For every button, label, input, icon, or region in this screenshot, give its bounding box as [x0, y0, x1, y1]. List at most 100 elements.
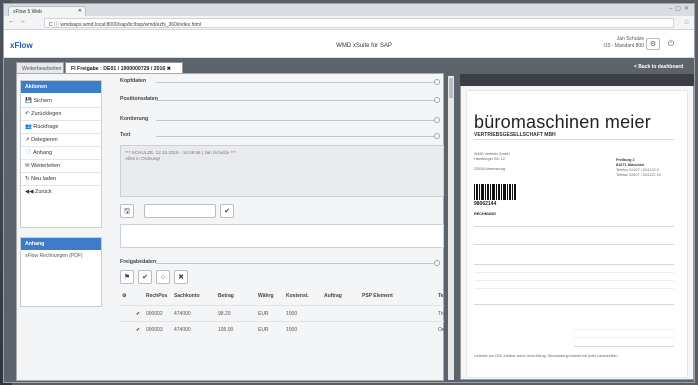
- collapse-toggle-icon[interactable]: [434, 260, 440, 266]
- divider: [474, 226, 674, 227]
- invoice-brand-sub: VERTRIEBSGESELLSCHAFT MBH: [474, 132, 556, 138]
- divider: [474, 280, 674, 281]
- cell-waehrung: EUR: [258, 311, 269, 317]
- col-header-psp[interactable]: PSP Element: [362, 293, 393, 299]
- section-divider: [156, 120, 436, 121]
- sender-line: Telefax 02407 / 524122 10: [616, 173, 661, 177]
- barcode-image: [474, 184, 516, 200]
- approve-check-icon[interactable]: ✔: [138, 270, 152, 284]
- preview-toolbar: [460, 74, 694, 86]
- collapse-toggle-icon[interactable]: [434, 97, 440, 103]
- power-icon[interactable]: ⏻: [664, 38, 678, 50]
- attachment-item[interactable]: xFlow Rechnungen (PDF): [25, 253, 83, 259]
- divider: [474, 288, 674, 289]
- section-kopfdaten[interactable]: Kopfdaten: [120, 78, 440, 88]
- section-label: Kontierung: [120, 116, 149, 122]
- tab-weiterbearbeiten[interactable]: Weiterbearbeiten: [16, 62, 64, 73]
- section-label: Positionsdaten: [120, 96, 158, 102]
- attachments-panel: Anhang xFlow Rechnungen (PDF): [20, 237, 102, 307]
- back-to-dashboard-link[interactable]: < Back to dashboard: [634, 64, 683, 70]
- col-header-betrag[interactable]: Betrag: [218, 293, 234, 299]
- column-settings-icon[interactable]: ⚙: [122, 293, 126, 299]
- sidebar-item-label: Rückfrage: [33, 124, 59, 130]
- sidebar-item-sichern[interactable]: 💾 Sichern: [21, 95, 101, 108]
- col-header-sachkonto[interactable]: Sachkonto: [174, 293, 200, 299]
- divider: [474, 139, 674, 140]
- sidebar-item-weiterleiten[interactable]: ✉ Weiterleiten: [21, 160, 101, 173]
- cell-sachkonto: 474000: [174, 311, 191, 317]
- nav-buttons[interactable]: ←→: [8, 18, 30, 25]
- cell-waehrung: EUR: [258, 327, 269, 333]
- flag-icon[interactable]: ⚑: [120, 270, 134, 284]
- sidebar-item-anhang[interactable]: 📄 Anhang: [21, 147, 101, 160]
- address-bar-row: ←→ C ⓘ wmdsaps.wmd.local:8000/sap/bc/bsp…: [4, 16, 694, 30]
- row-check-icon[interactable]: ✔: [136, 327, 140, 333]
- section-freigabedaten[interactable]: Freigabedaten: [120, 259, 440, 269]
- section-text[interactable]: Text: [120, 132, 440, 142]
- sidebar-item-rueckfrage[interactable]: 👥 Rückfrage: [21, 121, 101, 134]
- recipient-line: WMD Vertrieb GmbH: [474, 152, 510, 156]
- reject-x-icon[interactable]: ✖: [174, 270, 188, 284]
- sidebar-item-label: Zurücklegen: [31, 111, 62, 117]
- confirm-check-icon[interactable]: ✔: [220, 204, 234, 218]
- sidebar-item-neu-laden[interactable]: ↻ Neu laden: [21, 173, 101, 186]
- back-icon: ◀◀: [25, 189, 35, 195]
- circle-icon[interactable]: ○: [156, 270, 170, 284]
- browser-tab-title: xFlow 5 Web: [13, 9, 42, 15]
- barcode-number: 98062144: [474, 201, 497, 207]
- browser-tab[interactable]: xFlow 5 Web ✕: [8, 6, 86, 16]
- cell-rechpos: 000003: [146, 327, 163, 333]
- comment-textarea[interactable]: [120, 224, 444, 248]
- section-divider: [156, 82, 436, 83]
- user-info: Jan Schulze I10 - Mandant 800: [564, 36, 644, 50]
- bookmark-star-icon[interactable]: ☆: [684, 18, 690, 26]
- section-positionsdaten[interactable]: Positionsdaten: [120, 96, 440, 106]
- divider: [474, 264, 674, 265]
- col-header-te[interactable]: Te: [438, 293, 443, 299]
- actions-header: Aktionen: [21, 81, 101, 93]
- section-label: Freigabedaten: [120, 259, 157, 265]
- content-scrollbar[interactable]: [448, 76, 454, 380]
- row-check-icon[interactable]: ✔: [136, 311, 140, 317]
- sidebar-item-label: Neu laden: [31, 176, 57, 182]
- cell-te: Oe: [438, 327, 445, 333]
- collapse-toggle-icon[interactable]: [434, 79, 440, 85]
- table-row[interactable]: ✔ 000002 474000 98,20 EUR 1000 Tri: [120, 305, 444, 319]
- collapse-toggle-icon[interactable]: [434, 133, 440, 139]
- sidebar-item-label: Delegieren: [31, 137, 58, 143]
- close-tab-icon[interactable]: ✕: [78, 8, 82, 14]
- tab-fi-freigabe[interactable]: FI Freigabe : DE01 / 1900000729 / 2016 ✖: [65, 62, 183, 73]
- user-system: I10 - Mandant 800: [603, 43, 644, 49]
- sidebar-item-label: Sichern: [33, 98, 53, 104]
- sidebar-item-delegieren[interactable]: ↗ Delegieren: [21, 134, 101, 147]
- invoice-footer: Lieferart: per DHL Zahlbar sofort ohne A…: [474, 354, 618, 358]
- sender-line: Freiburg 2: [616, 158, 635, 162]
- col-header-rechpos[interactable]: RechPos: [146, 293, 167, 299]
- col-header-waehrung[interactable]: Währg: [258, 293, 274, 299]
- col-header-kostenst[interactable]: Kostenst.: [286, 293, 309, 299]
- recipient-line: 22926 Ahrensburg: [474, 167, 506, 171]
- cell-rechpos: 000002: [146, 311, 163, 317]
- window-controls[interactable]: –▢✕: [669, 5, 692, 12]
- invoice-brand: büromaschinen meier: [474, 112, 651, 132]
- divider: [574, 346, 674, 347]
- cell-betrag: 98,20: [218, 311, 231, 317]
- cell-kostenst: 1000: [286, 327, 298, 333]
- table-row[interactable]: ✔ 000003 474000 105,00 EUR 1000 Oe: [120, 321, 445, 335]
- comment-template-input[interactable]: [144, 204, 216, 218]
- sidebar-item-zuruecklegen[interactable]: ↶ Zurücklegen: [21, 108, 101, 121]
- section-kontierung[interactable]: Kontierung: [120, 116, 440, 126]
- settings-icon[interactable]: ⚙: [646, 38, 660, 50]
- sidebar-item-label: Anhang: [33, 150, 53, 156]
- save-comment-icon[interactable]: 🖫: [120, 204, 134, 218]
- collapse-toggle-icon[interactable]: [434, 117, 440, 123]
- comment-history: *** SCHULZE, 12.10.2016 - 16:49:58 | Jan…: [120, 145, 444, 197]
- col-header-auftrag[interactable]: Auftrag: [324, 293, 342, 299]
- app-logo: xFlow: [10, 41, 33, 50]
- url-input[interactable]: C ⓘ wmdsaps.wmd.local:8000/sap/bc/bsp/wm…: [44, 18, 674, 28]
- comment-body: Alles in Ordnung!: [125, 156, 161, 161]
- scrollbar-thumb[interactable]: [449, 78, 453, 98]
- sidebar-item-zurueck[interactable]: ◀◀ Zurück: [21, 186, 101, 199]
- actions-panel: Aktionen 💾 Sichern ↶ Zurücklegen 👥 Rückf…: [20, 80, 102, 228]
- cell-te: Tri: [438, 311, 444, 317]
